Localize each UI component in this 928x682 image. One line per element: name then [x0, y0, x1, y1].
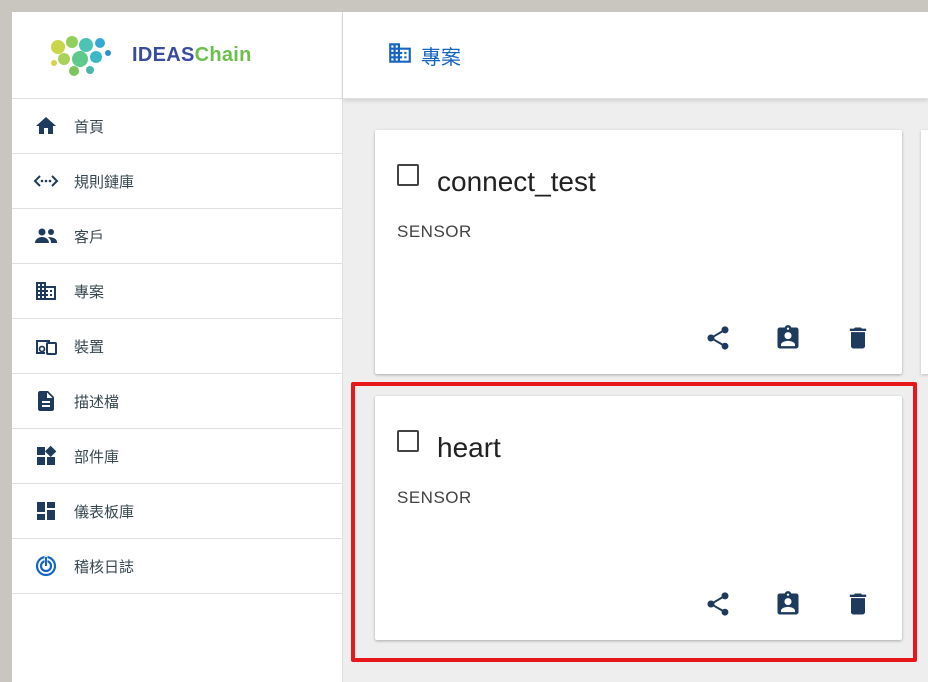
domain-icon — [32, 279, 60, 303]
logo-text-ideas: IDEAS — [132, 43, 195, 66]
project-card[interactable]: connect_test SENSOR — [375, 130, 902, 374]
card-title: heart — [437, 432, 501, 463]
sidebar-item-label: 稽核日誌 — [74, 558, 135, 576]
project-card[interactable]: heart SENSOR — [375, 396, 902, 640]
sidebar-item-label: 專案 — [74, 283, 105, 301]
partial-card — [921, 130, 928, 374]
assign-customer-icon[interactable] — [772, 322, 804, 354]
sidebar-item-rule-chains[interactable]: 規則鏈庫 — [12, 154, 342, 209]
logo-text-chain: Chain — [194, 43, 252, 66]
logo[interactable]: IDEASChain — [12, 12, 342, 99]
track-changes-icon — [32, 554, 60, 578]
domain-icon — [387, 40, 413, 71]
delete-icon[interactable] — [842, 322, 874, 354]
logo-text: IDEASChain — [132, 44, 252, 67]
logo-icon — [51, 36, 111, 76]
card-title: connect_test — [437, 166, 596, 197]
card-actions — [702, 322, 874, 354]
sidebar-item-label: 部件庫 — [74, 448, 120, 466]
sidebar: IDEASChain 首頁 規則鏈庫 客戶 專案 裝置 描述檔 部件庫 儀表板庫… — [12, 12, 343, 682]
card-type: SENSOR — [397, 488, 472, 507]
sidebar-item-customers[interactable]: 客戶 — [12, 209, 342, 264]
sidebar-item-label: 規則鏈庫 — [74, 173, 135, 191]
sidebar-item-label: 客戶 — [74, 228, 105, 246]
sidebar-item-profiles[interactable]: 描述檔 — [12, 374, 342, 429]
select-checkbox[interactable] — [397, 430, 419, 452]
sidebar-item-devices[interactable]: 裝置 — [12, 319, 342, 374]
sidebar-item-home[interactable]: 首頁 — [12, 99, 342, 154]
sidebar-item-label: 首頁 — [74, 118, 105, 136]
sidebar-item-label: 裝置 — [74, 338, 105, 356]
assign-customer-icon[interactable] — [772, 588, 804, 620]
sidebar-item-widgets[interactable]: 部件庫 — [12, 429, 342, 484]
card-type: SENSOR — [397, 222, 472, 241]
page-header: 專案 — [343, 12, 928, 99]
home-icon — [32, 114, 60, 138]
dashboard-icon — [32, 499, 60, 523]
card-actions — [702, 588, 874, 620]
sidebar-item-projects[interactable]: 專案 — [12, 264, 342, 319]
code-icon — [32, 169, 60, 193]
sidebar-item-label: 儀表板庫 — [74, 503, 135, 521]
widgets-icon — [32, 444, 60, 468]
app-window: IDEASChain 首頁 規則鏈庫 客戶 專案 裝置 描述檔 部件庫 儀表板庫… — [12, 12, 928, 682]
delete-icon[interactable] — [842, 588, 874, 620]
share-icon[interactable] — [702, 322, 734, 354]
sidebar-item-dashboards[interactable]: 儀表板庫 — [12, 484, 342, 539]
sidebar-item-audit-logs[interactable]: 稽核日誌 — [12, 539, 342, 594]
description-icon — [32, 389, 60, 413]
page-title: 專案 — [421, 46, 461, 69]
people-icon — [32, 224, 60, 248]
sidebar-item-label: 描述檔 — [74, 393, 120, 411]
select-checkbox[interactable] — [397, 164, 419, 186]
devices-icon — [32, 334, 60, 358]
share-icon[interactable] — [702, 588, 734, 620]
